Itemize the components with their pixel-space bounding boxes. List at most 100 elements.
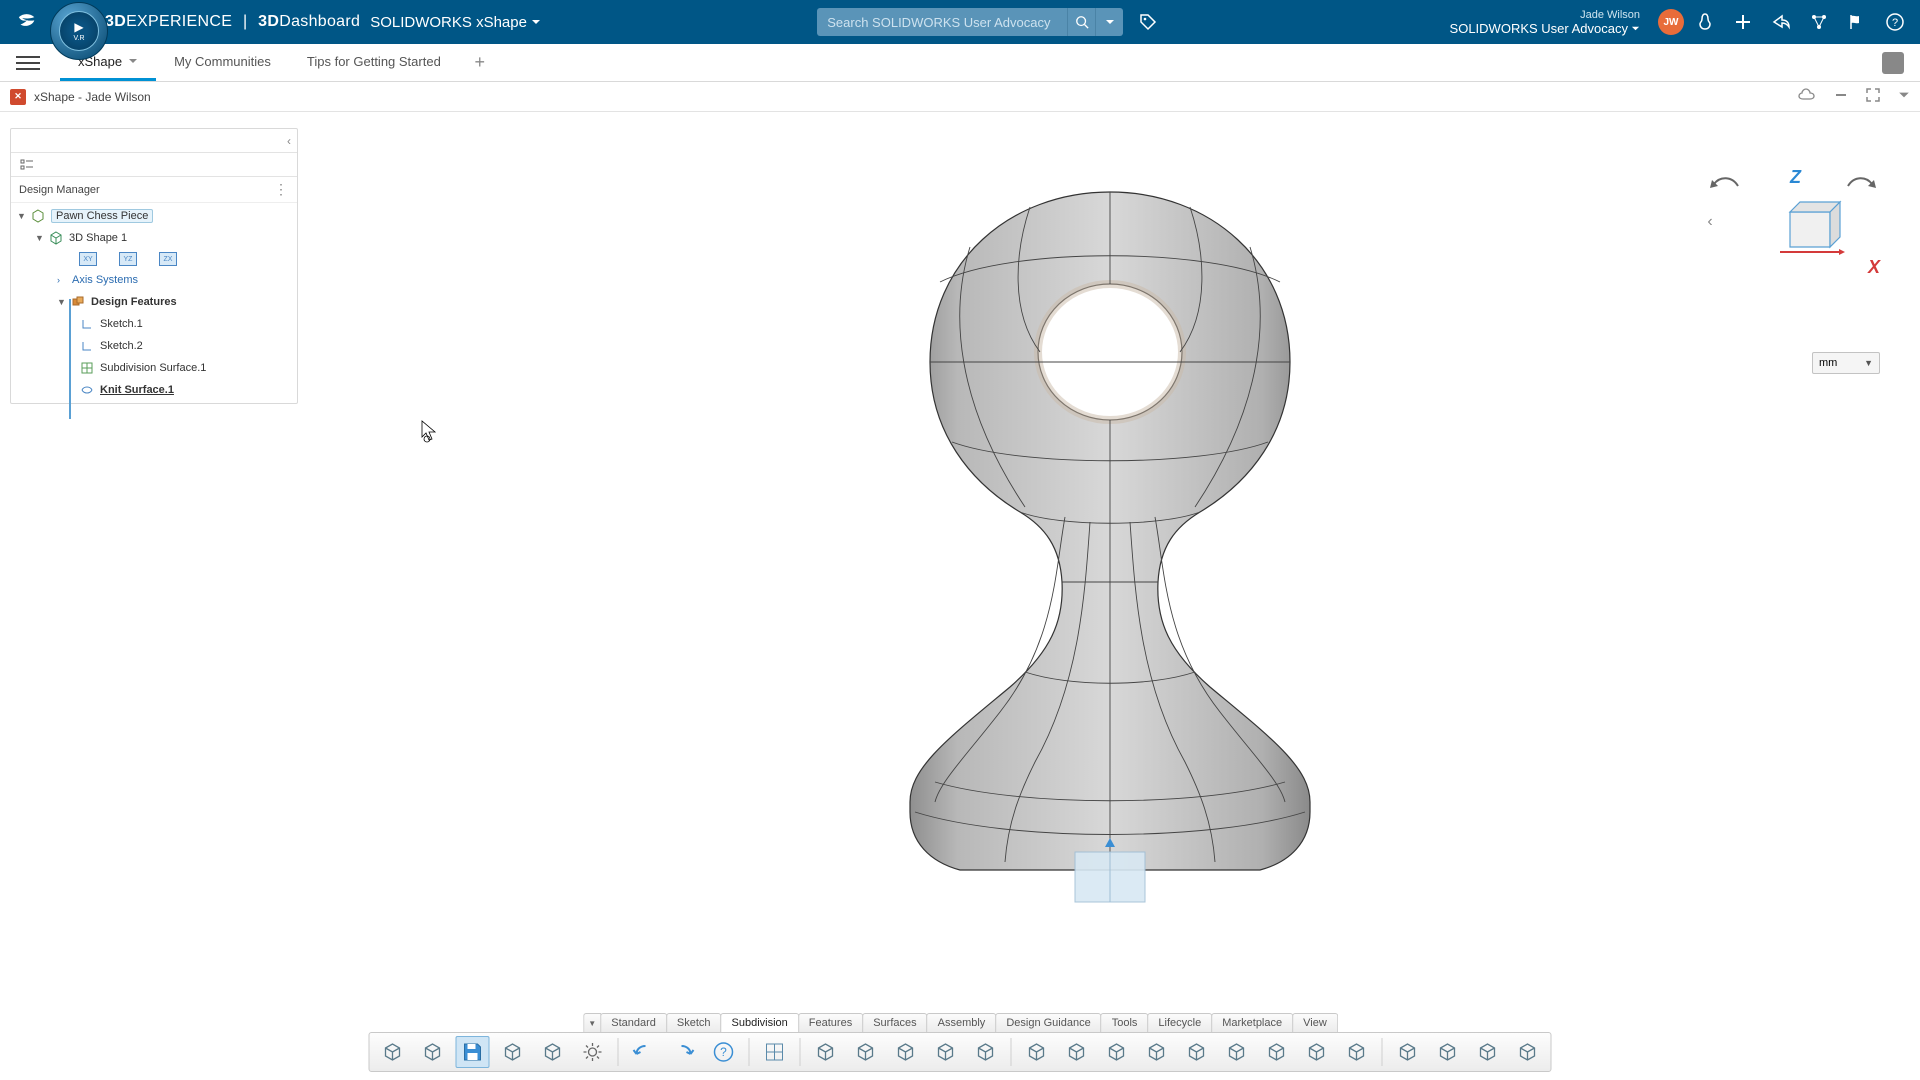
unit-select[interactable]: mm ▼ [1812, 352, 1880, 374]
collapse-icon[interactable]: ‹ [287, 134, 291, 148]
3d-canvas[interactable]: Z X ‹ mm ▼ [300, 112, 1920, 1020]
tag-icon[interactable] [1135, 9, 1161, 35]
svg-text:?: ? [1892, 17, 1898, 29]
trim-tool[interactable] [1300, 1036, 1334, 1068]
tree-title-bar: Design Manager ⋮ [11, 177, 297, 203]
cloud-icon[interactable] [1798, 88, 1816, 105]
app-header: ▶ V.R 3DEXPERIENCE | 3DDashboard SOLIDWO… [0, 0, 1920, 44]
loft-tool[interactable] [1100, 1036, 1134, 1068]
brand-title: 3DEXPERIENCE | 3DDashboard [105, 13, 360, 31]
bottom-tab-sketch[interactable]: Sketch [666, 1013, 722, 1032]
minimize-icon[interactable] [1834, 88, 1848, 105]
tree-axis[interactable]: › Axis Systems [11, 269, 297, 291]
settings-tool[interactable] [576, 1036, 610, 1068]
zx-plane-icon[interactable]: ZX [159, 252, 177, 266]
bottom-tab-menu-icon[interactable]: ▼ [583, 1013, 601, 1032]
network-icon[interactable] [1808, 11, 1830, 33]
quad-tool[interactable] [889, 1036, 923, 1068]
tree-root[interactable]: ▼ Pawn Chess Piece [11, 205, 297, 227]
cube-tool-tool[interactable] [1180, 1036, 1214, 1068]
boolean-tool[interactable] [1511, 1036, 1545, 1068]
search-icon[interactable] [1067, 8, 1095, 36]
save-tool[interactable] [456, 1036, 490, 1068]
view-prev-icon[interactable]: ‹ [1700, 212, 1720, 232]
bottom-tab-surfaces[interactable]: Surfaces [862, 1013, 927, 1032]
sketch-icon [79, 316, 95, 332]
bottom-tab-features[interactable]: Features [798, 1013, 863, 1032]
tab-tips-for-getting-started[interactable]: Tips for Getting Started [289, 44, 459, 81]
command-toolbar: ? [369, 1032, 1552, 1072]
flag-icon[interactable] [1846, 11, 1868, 33]
xy-plane-icon[interactable]: XY [79, 252, 97, 266]
bottom-tab-lifecycle[interactable]: Lifecycle [1147, 1013, 1212, 1032]
tree-knit[interactable]: Knit Surface.1 [11, 379, 297, 401]
document-title: xShape - Jade Wilson [34, 90, 151, 104]
box-primitive-tool[interactable] [809, 1036, 843, 1068]
design-tree-panel: ‹ Design Manager ⋮ ▼ Pawn Chess Piece ▼ … [10, 128, 298, 404]
share-icon[interactable] [1770, 11, 1792, 33]
checkpoint-tool[interactable] [536, 1036, 570, 1068]
tree-menu-icon[interactable]: ⋮ [274, 181, 289, 198]
tab-my-communities[interactable]: My Communities [156, 44, 289, 81]
search-dropdown-icon[interactable] [1095, 8, 1123, 36]
face-select-tool[interactable] [1260, 1036, 1294, 1068]
sweep-tool[interactable] [1060, 1036, 1094, 1068]
fullscreen-icon[interactable] [1866, 88, 1880, 105]
sphere-prim-tool[interactable] [929, 1036, 963, 1068]
yz-plane-icon[interactable]: YZ [119, 252, 137, 266]
help-tool[interactable]: ? [707, 1036, 741, 1068]
menu-icon[interactable] [16, 51, 40, 75]
home-icon[interactable] [1694, 11, 1716, 33]
chevron-down-icon[interactable] [1898, 89, 1910, 104]
update-tool[interactable] [496, 1036, 530, 1068]
tree-planes[interactable]: XY YZ ZX [11, 249, 297, 269]
extrude-tool[interactable] [1020, 1036, 1054, 1068]
part-icon [30, 208, 46, 224]
avatar[interactable]: JW [1658, 9, 1684, 35]
tree-features[interactable]: ▼ Design Features [11, 291, 297, 313]
rotate-right-icon[interactable] [1846, 172, 1876, 192]
help-icon[interactable]: ? [1884, 11, 1906, 33]
app-switcher[interactable]: SOLIDWORKS xShape [370, 14, 541, 31]
grid-tool[interactable] [758, 1036, 792, 1068]
add-icon[interactable] [1732, 11, 1754, 33]
revolve-tool[interactable] [1140, 1036, 1174, 1068]
undo-tool[interactable] [627, 1036, 661, 1068]
compass-button[interactable]: ▶ V.R [50, 2, 108, 60]
tree-view-icon[interactable] [17, 155, 37, 175]
plane-primitive-tool[interactable] [849, 1036, 883, 1068]
bottom-tab-design-guidance[interactable]: Design Guidance [995, 1013, 1101, 1032]
svg-text:?: ? [720, 1045, 727, 1059]
cylinder-tool[interactable] [1431, 1036, 1465, 1068]
circle-tool-tool[interactable] [1340, 1036, 1374, 1068]
rotate-left-icon[interactable] [1710, 172, 1740, 192]
bottom-tab-marketplace[interactable]: Marketplace [1211, 1013, 1293, 1032]
shell-tool[interactable] [1391, 1036, 1425, 1068]
subdiv-icon [79, 360, 95, 376]
ds-logo-icon[interactable] [14, 9, 40, 35]
bottom-tab-tools[interactable]: Tools [1101, 1013, 1149, 1032]
view-cube-icon[interactable] [1775, 197, 1845, 257]
view-cube[interactable]: Z X ‹ [1700, 152, 1880, 332]
new-tool[interactable] [376, 1036, 410, 1068]
bottom-tab-subdivision[interactable]: Subdivision [721, 1013, 799, 1032]
redo-tool[interactable] [667, 1036, 701, 1068]
add-tab-button[interactable]: + [467, 50, 493, 76]
chat-icon[interactable] [1882, 52, 1904, 74]
bottom-tab-strip: ▼ StandardSketchSubdivisionFeaturesSurfa… [583, 1013, 1337, 1032]
bottom-tab-standard[interactable]: Standard [600, 1013, 667, 1032]
bottom-tab-assembly[interactable]: Assembly [927, 1013, 997, 1032]
search-input[interactable] [817, 15, 1067, 30]
bottom-tab-view[interactable]: View [1292, 1013, 1338, 1032]
open-tool[interactable] [416, 1036, 450, 1068]
align-tool[interactable] [1220, 1036, 1254, 1068]
tree-shape[interactable]: ▼ 3D Shape 1 [11, 227, 297, 249]
torus-tool[interactable] [1471, 1036, 1505, 1068]
tree-header: ‹ [11, 129, 297, 153]
tree-subdiv[interactable]: Subdivision Surface.1 [11, 357, 297, 379]
user-block[interactable]: Jade Wilson SOLIDWORKS User Advocacy [1450, 9, 1640, 36]
tree-sketch1[interactable]: Sketch.1 [11, 313, 297, 335]
tree-sketch2[interactable]: Sketch.2 [11, 335, 297, 357]
knit-icon [79, 382, 95, 398]
bend-tool[interactable] [969, 1036, 1003, 1068]
